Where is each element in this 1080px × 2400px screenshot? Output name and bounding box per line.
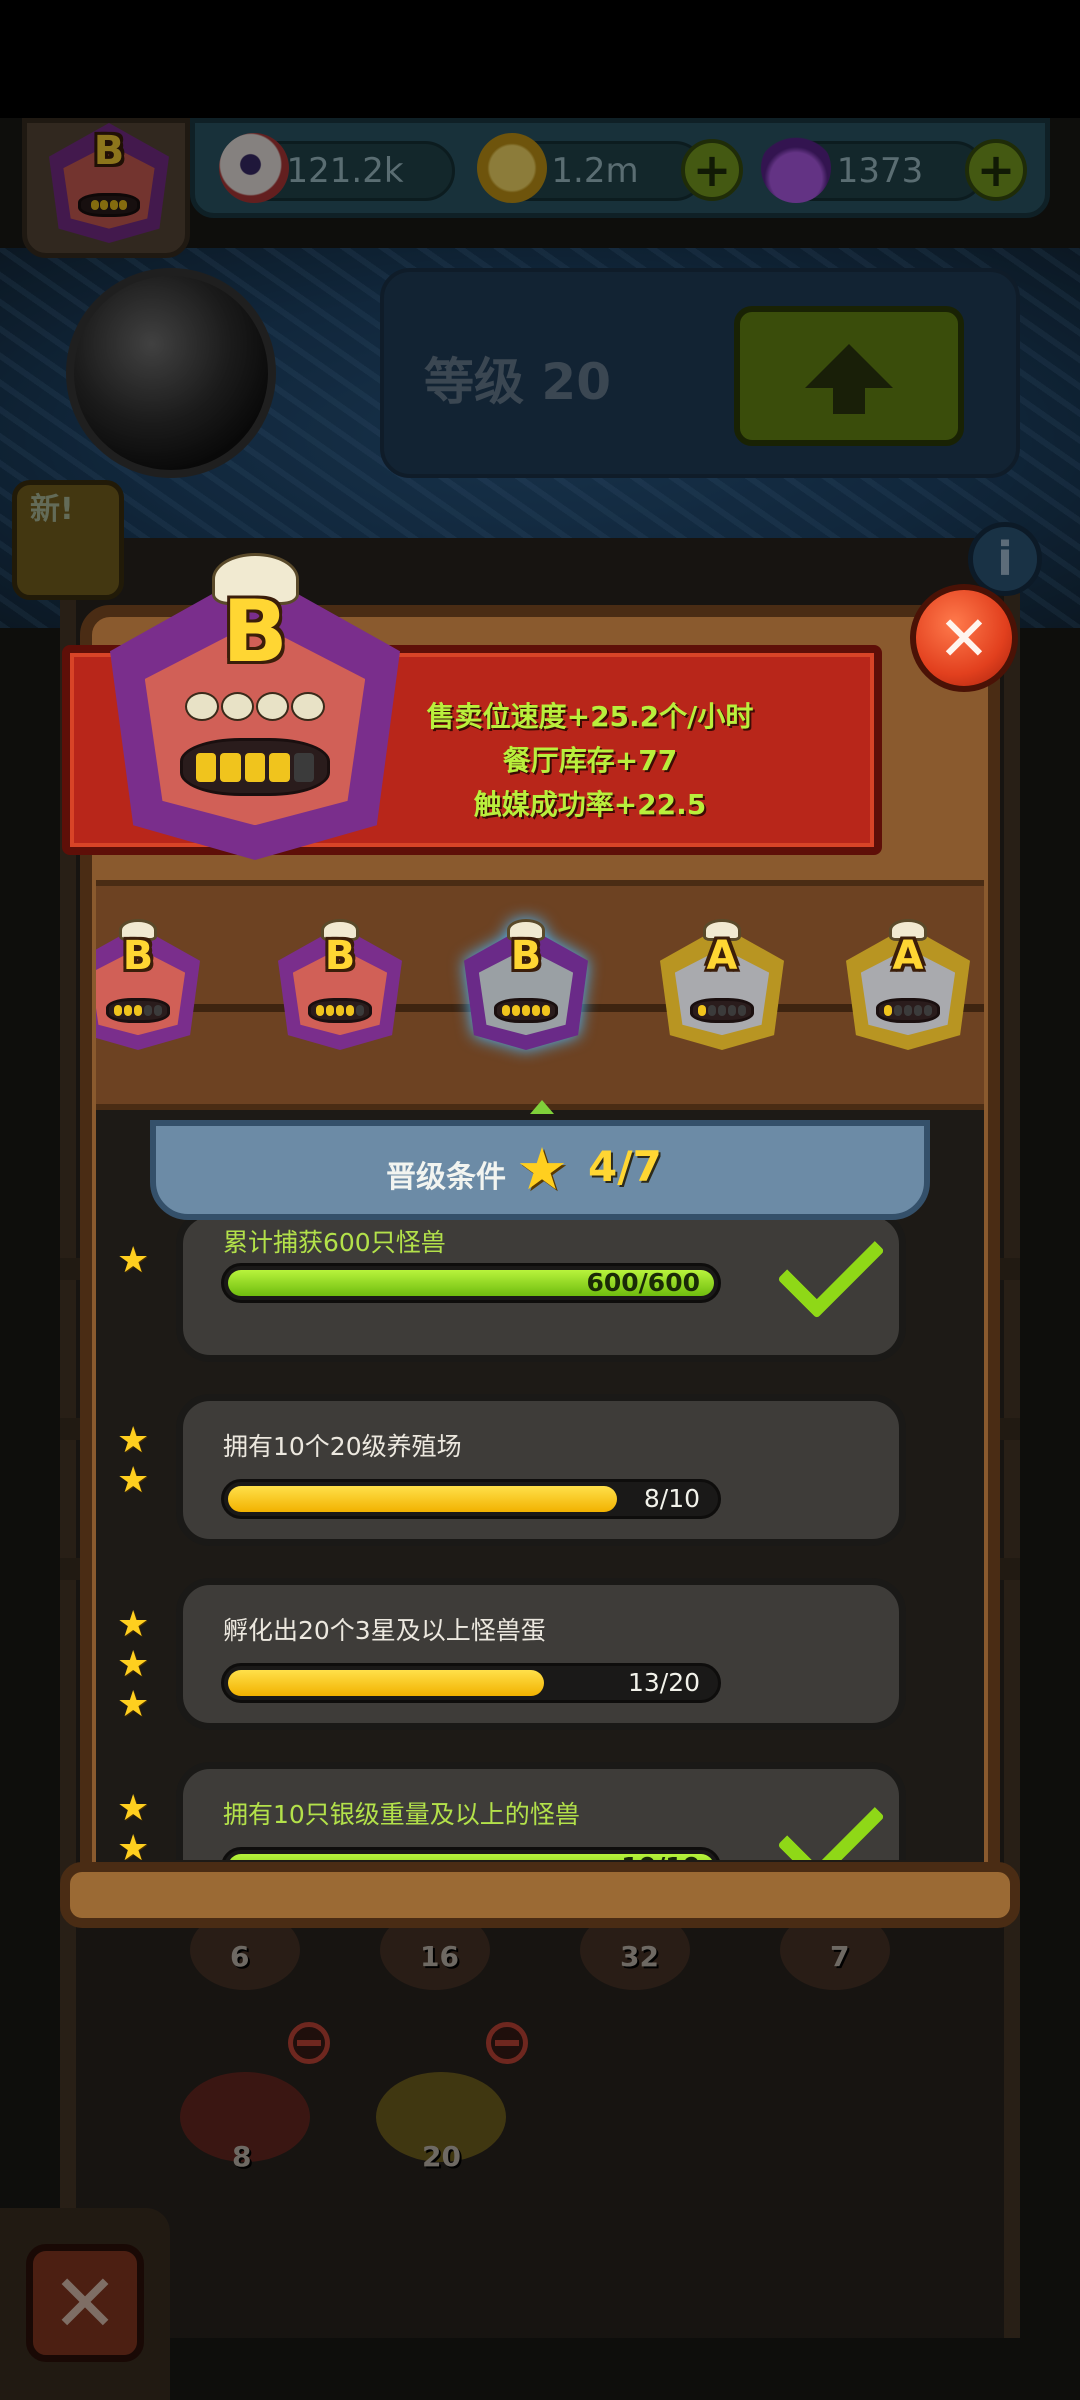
requirement-progress-label: 10/10 xyxy=(621,1850,700,1860)
checkmark-icon xyxy=(777,1777,885,1860)
requirement-progress-bar: 13/20 xyxy=(221,1663,721,1703)
requirement-title: 累计捕获600只怪兽 xyxy=(223,1228,446,1257)
rank-letter: B xyxy=(510,933,542,980)
star-icon: ★ xyxy=(117,1684,150,1725)
requirement-list[interactable]: ★ 累计捕获600只怪兽 600/600 ★ ★ 拥有10个20级养殖场 8/10 ★ ★ ★ 孵化… xyxy=(96,1220,984,1860)
rank-badge-b1[interactable]: B xyxy=(96,918,200,1050)
requirement-card: ★ ★ ★ 孵化出20个3星及以上怪兽蛋 13/20 xyxy=(117,1578,906,1730)
requirement-progress-label: 8/10 xyxy=(643,1484,700,1513)
requirement-title: 孵化出20个3星及以上怪兽蛋 xyxy=(223,1616,546,1645)
rank-badge-b3-selected[interactable]: B xyxy=(464,918,588,1050)
requirement-stars: ★★★ xyxy=(117,1605,159,1725)
requirement-title: 拥有10个20级养殖场 xyxy=(223,1432,462,1461)
promotion-requirements-header: 晋级条件 ★ 4/7 xyxy=(150,1120,930,1220)
bonus-restaurant-stock: 餐厅库存+77 xyxy=(502,744,678,777)
rank-letter: A xyxy=(706,933,738,980)
grade-rank-strip[interactable]: B B B A A xyxy=(96,880,984,1110)
rank-badge-a2[interactable]: A xyxy=(846,918,970,1050)
star-icon: ★ xyxy=(117,1644,150,1685)
requirement-stars: ★ xyxy=(117,1241,159,1281)
selected-rank-pointer-icon xyxy=(530,1100,554,1114)
star-icon: ★ xyxy=(117,1604,150,1645)
requirement-progress-bar: 10/10 xyxy=(221,1847,721,1860)
requirement-card: ★ 累计捕获600只怪兽 600/600 xyxy=(117,1220,906,1362)
requirement-card: ★ ★ 拥有10个20级养殖场 8/10 xyxy=(117,1394,906,1546)
promotion-progress: 4/7 xyxy=(588,1142,662,1191)
requirement-progress-bar: 600/600 xyxy=(221,1263,721,1303)
rank-letter: A xyxy=(892,933,924,980)
star-icon: ★ xyxy=(117,1460,150,1501)
star-icon: ★ xyxy=(117,1828,150,1861)
rank-letter: B xyxy=(122,933,154,980)
current-grade-badge: B xyxy=(110,552,400,860)
star-icon: ★ xyxy=(117,1788,150,1829)
progress-fill xyxy=(228,1670,544,1696)
star-icon: ★ xyxy=(516,1135,568,1203)
bonus-sale-speed: 售卖位速度+25.2个/小时 xyxy=(426,700,754,733)
requirement-stars: ★★★ xyxy=(117,1788,159,1861)
checkmark-icon xyxy=(777,1220,885,1319)
current-grade-letter: B xyxy=(222,581,288,682)
rank-badge-b2[interactable]: B xyxy=(278,918,402,1050)
requirement-card: ★★★ 拥有10只银级重量及以上的怪兽 10/10 xyxy=(117,1762,906,1860)
rank-badge-a1[interactable]: A xyxy=(660,918,784,1050)
requirement-progress-bar: 8/10 xyxy=(221,1479,721,1519)
bonus-catalyst-rate: 触媒成功率+22.5 xyxy=(473,788,707,821)
star-icon: ★ xyxy=(117,1240,150,1281)
star-icon: ★ xyxy=(117,1420,150,1461)
requirement-title: 拥有10只银级重量及以上的怪兽 xyxy=(223,1800,580,1829)
rank-letter: B xyxy=(324,933,356,980)
dialog-bottom-frame xyxy=(60,1862,1020,1928)
progress-fill xyxy=(228,1486,617,1512)
close-dialog-button[interactable]: ✕ xyxy=(910,584,1018,692)
requirement-progress-label: 13/20 xyxy=(627,1668,700,1697)
requirement-progress-label: 600/600 xyxy=(586,1268,700,1297)
requirement-stars: ★ ★ xyxy=(117,1421,159,1501)
promotion-label: 晋级条件 xyxy=(386,1160,506,1195)
